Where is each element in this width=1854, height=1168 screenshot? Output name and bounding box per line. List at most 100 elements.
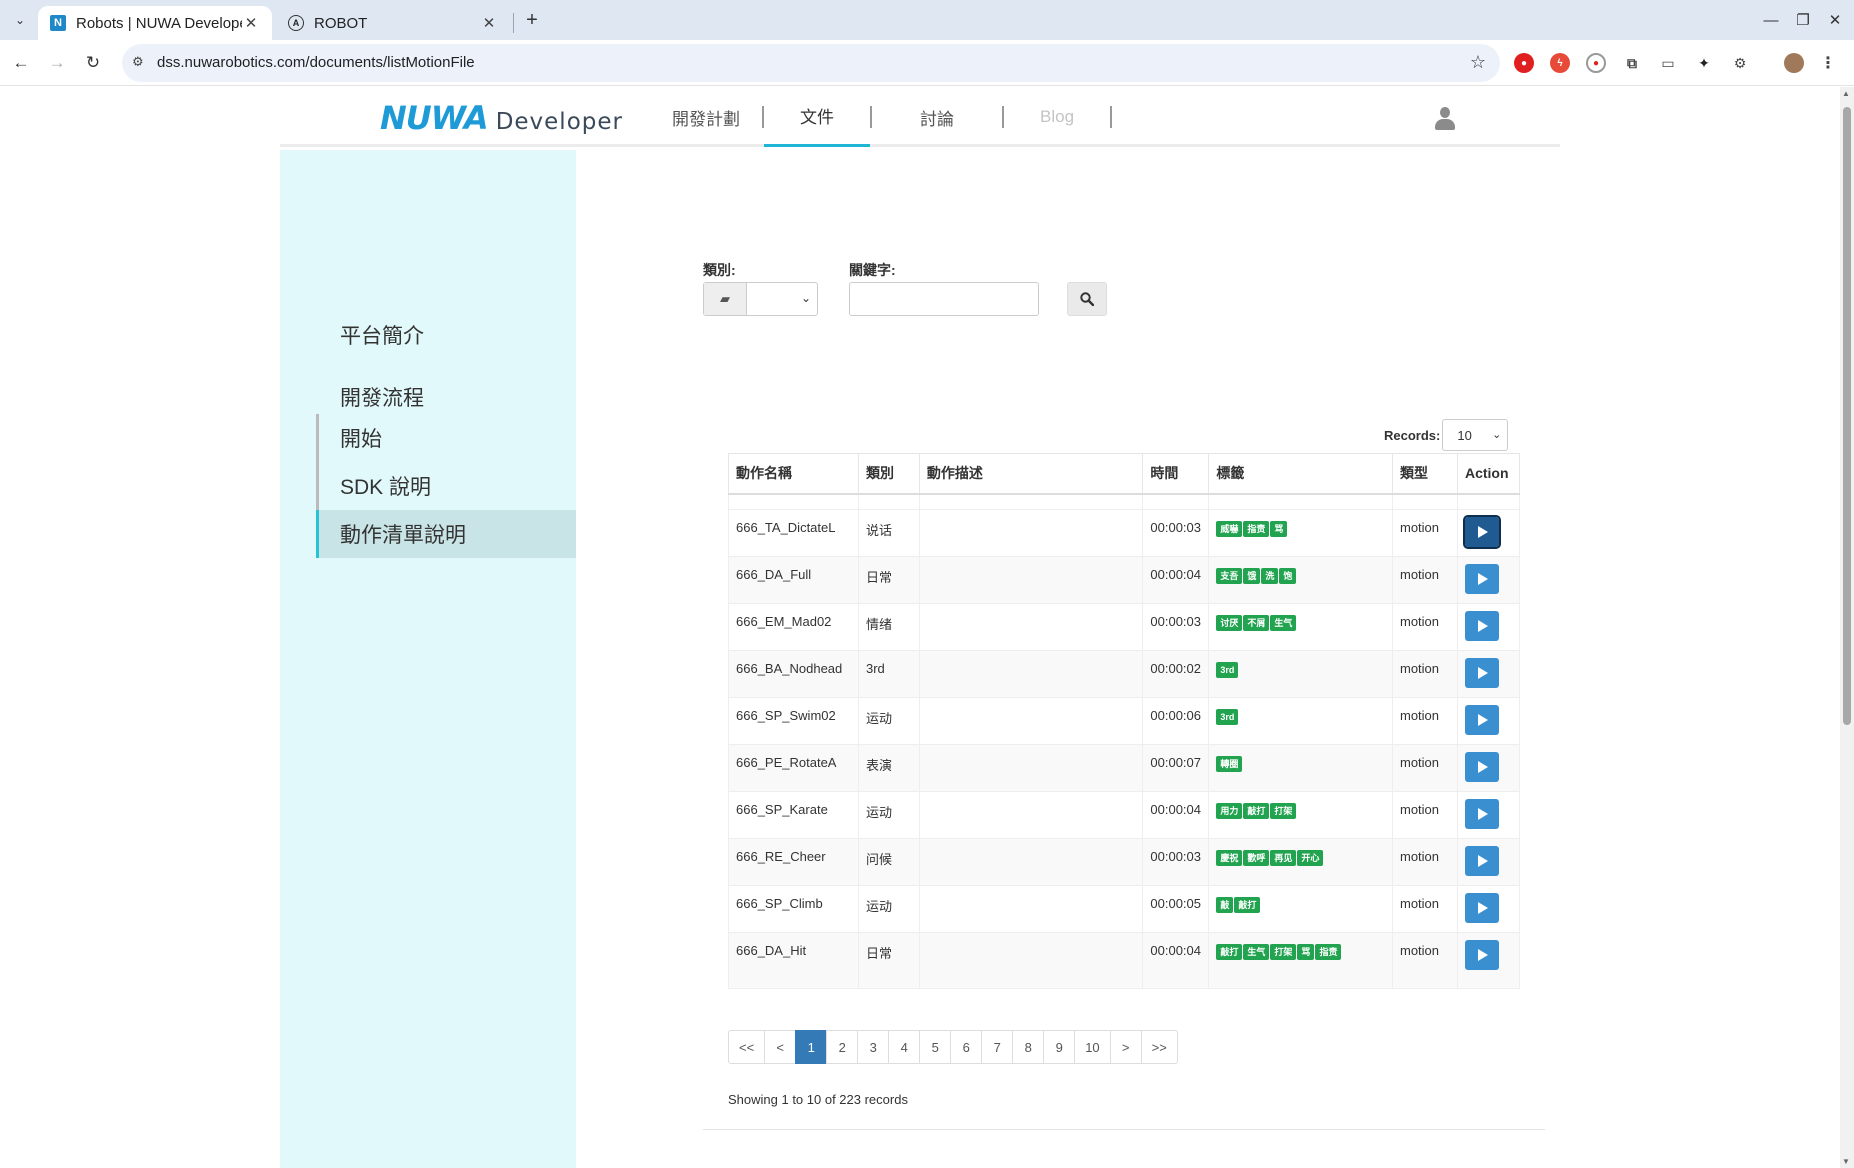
address-bar[interactable]: ⚙ dss.nuwarobotics.com/documents/listMot… (122, 44, 1500, 82)
chevron-down-icon: ⌄ (800, 291, 811, 305)
sidebar-item-motion-list[interactable]: 動作清單說明 (316, 510, 576, 558)
sidebar-item-process[interactable]: 開發流程 (340, 382, 424, 412)
minimize-icon[interactable]: — (1756, 8, 1786, 32)
site-info-icon[interactable]: ⚙ (132, 54, 144, 70)
col-type[interactable]: 類型 (1392, 453, 1458, 495)
records-select[interactable]: 10 ⌄ (1442, 419, 1509, 451)
chevron-down-icon: ⌄ (1492, 429, 1502, 441)
cell-desc (918, 885, 1144, 933)
nav-item-blog[interactable]: Blog (1004, 87, 1110, 147)
page-link[interactable]: 8 (1012, 1030, 1045, 1064)
adblock-icon[interactable]: ● (1514, 53, 1534, 73)
page-link[interactable]: << (728, 1030, 766, 1064)
cell-category: 情绪 (857, 603, 920, 651)
cell-name: 666_PE_RotateA (728, 744, 859, 792)
site-favicon-icon: A (288, 15, 304, 31)
screen-icon[interactable]: ▭ (1658, 53, 1678, 73)
play-button[interactable] (1464, 799, 1499, 829)
page-scrollbar[interactable]: ▲ ▼ (1840, 87, 1854, 1168)
page-link[interactable]: 4 (888, 1030, 921, 1064)
tag-badge: 讨厌 (1216, 615, 1243, 631)
play-button[interactable] (1464, 705, 1499, 735)
play-icon (1478, 855, 1489, 867)
play-button[interactable] (1464, 893, 1499, 923)
page-link[interactable]: 10 (1074, 1030, 1111, 1064)
category-select[interactable]: ▰ ⌄ (703, 282, 818, 316)
page-link[interactable]: 6 (950, 1030, 983, 1064)
url-text[interactable]: dss.nuwarobotics.com/documents/listMotio… (157, 54, 475, 71)
close-icon[interactable]: ✕ (242, 14, 260, 32)
puzzle-icon[interactable]: ⚙ (1730, 53, 1750, 73)
flash-icon[interactable]: ϟ (1550, 53, 1570, 73)
col-category[interactable]: 類別 (857, 453, 920, 495)
page-link[interactable]: 7 (981, 1030, 1014, 1064)
page-link[interactable]: > (1109, 1030, 1142, 1064)
page-link[interactable]: 5 (919, 1030, 952, 1064)
scroll-up-icon[interactable]: ▲ (1842, 89, 1850, 98)
scroll-down-icon[interactable]: ▼ (1842, 1157, 1850, 1166)
col-name[interactable]: 動作名稱 (728, 453, 859, 495)
cell-name: 666_SP_Climb (728, 885, 859, 933)
browser-tab-active[interactable]: N Robots | NUWA Developer ✕ (38, 6, 272, 40)
play-button[interactable] (1464, 611, 1499, 641)
cell-type: motion (1392, 744, 1458, 792)
page-link[interactable]: 9 (1043, 1030, 1076, 1064)
play-button[interactable] (1464, 658, 1499, 688)
records-value: 10 (1457, 428, 1472, 443)
cell-action (1456, 791, 1521, 839)
restore-icon[interactable]: ❐ (1788, 8, 1818, 32)
nav-item-plan[interactable]: 開發計劃 (650, 87, 762, 147)
cell-category: 问候 (857, 838, 920, 886)
tag-badge: 用力 (1216, 803, 1243, 819)
user-icon[interactable] (1435, 107, 1455, 131)
play-button[interactable] (1464, 564, 1499, 594)
copy-icon[interactable]: ⧉ (1622, 53, 1642, 73)
col-desc[interactable]: 動作描述 (918, 453, 1144, 495)
keyword-input[interactable] (849, 282, 1039, 316)
sidebar-item-sdk[interactable]: SDK 說明 (316, 462, 576, 510)
new-tab-button[interactable]: + (520, 8, 544, 32)
col-time[interactable]: 時間 (1142, 453, 1210, 495)
browser-tab[interactable]: A ROBOT ✕ (276, 6, 510, 40)
sidebar: 平台簡介 開發流程 開始 SDK 說明 動作清單說明 (280, 150, 576, 1168)
play-button[interactable] (1464, 940, 1499, 970)
logo[interactable]: NUWA Developer (380, 99, 623, 137)
nav-item-docs[interactable]: 文件 (764, 87, 870, 147)
col-tags[interactable]: 標籤 (1208, 453, 1393, 495)
page-link[interactable]: 1 (795, 1030, 828, 1064)
bird-icon[interactable]: ✦ (1694, 53, 1714, 73)
site-header: NUWA Developer 開發計劃 文件 討論 Blog (280, 87, 1560, 147)
back-icon[interactable]: ← (8, 50, 34, 76)
bookmark-star-icon[interactable]: ☆ (1470, 52, 1486, 73)
play-button[interactable] (1464, 846, 1499, 876)
play-button[interactable] (1464, 752, 1499, 782)
page-link[interactable]: 3 (857, 1030, 890, 1064)
play-button[interactable] (1462, 515, 1501, 549)
page: NUWA Developer 開發計劃 文件 討論 Blog 平台簡介 開發流程… (0, 87, 1840, 1168)
page-link[interactable]: >> (1140, 1030, 1178, 1064)
table-row: 666_PE_RotateA 表演 00:00:07 轉圈 motion (728, 744, 1521, 792)
close-window-icon[interactable]: ✕ (1820, 8, 1850, 32)
cell-type: motion (1392, 791, 1458, 839)
sidebar-item-start[interactable]: 開始 (316, 414, 576, 462)
page-link[interactable]: 2 (826, 1030, 859, 1064)
kebab-menu-icon[interactable]: ⋮ (1818, 53, 1838, 73)
record-icon[interactable]: ● (1586, 53, 1606, 73)
tag-badge: 骂 (1270, 521, 1288, 537)
reload-icon[interactable]: ↻ (80, 50, 106, 76)
play-icon (1478, 808, 1489, 820)
sidebar-item-intro[interactable]: 平台簡介 (340, 320, 424, 350)
forward-icon[interactable]: → (44, 50, 70, 76)
cell-action (1456, 932, 1521, 989)
page-link[interactable]: < (764, 1030, 797, 1064)
cell-name: 666_BA_Nodhead (728, 650, 859, 698)
search-button[interactable] (1067, 282, 1107, 316)
nav-item-discuss[interactable]: 討論 (872, 87, 1002, 147)
scroll-thumb[interactable] (1843, 107, 1851, 725)
tag-badge: 开心 (1297, 850, 1324, 866)
browser-toolbar: ← → ↻ ⚙ dss.nuwarobotics.com/documents/l… (0, 40, 1854, 86)
close-icon[interactable]: ✕ (480, 14, 498, 32)
tab-search-button[interactable]: ⌄ (8, 8, 32, 32)
avatar[interactable] (1784, 53, 1804, 73)
cell-tags: 慶祝 歡呼 再见 开心 (1208, 838, 1393, 886)
